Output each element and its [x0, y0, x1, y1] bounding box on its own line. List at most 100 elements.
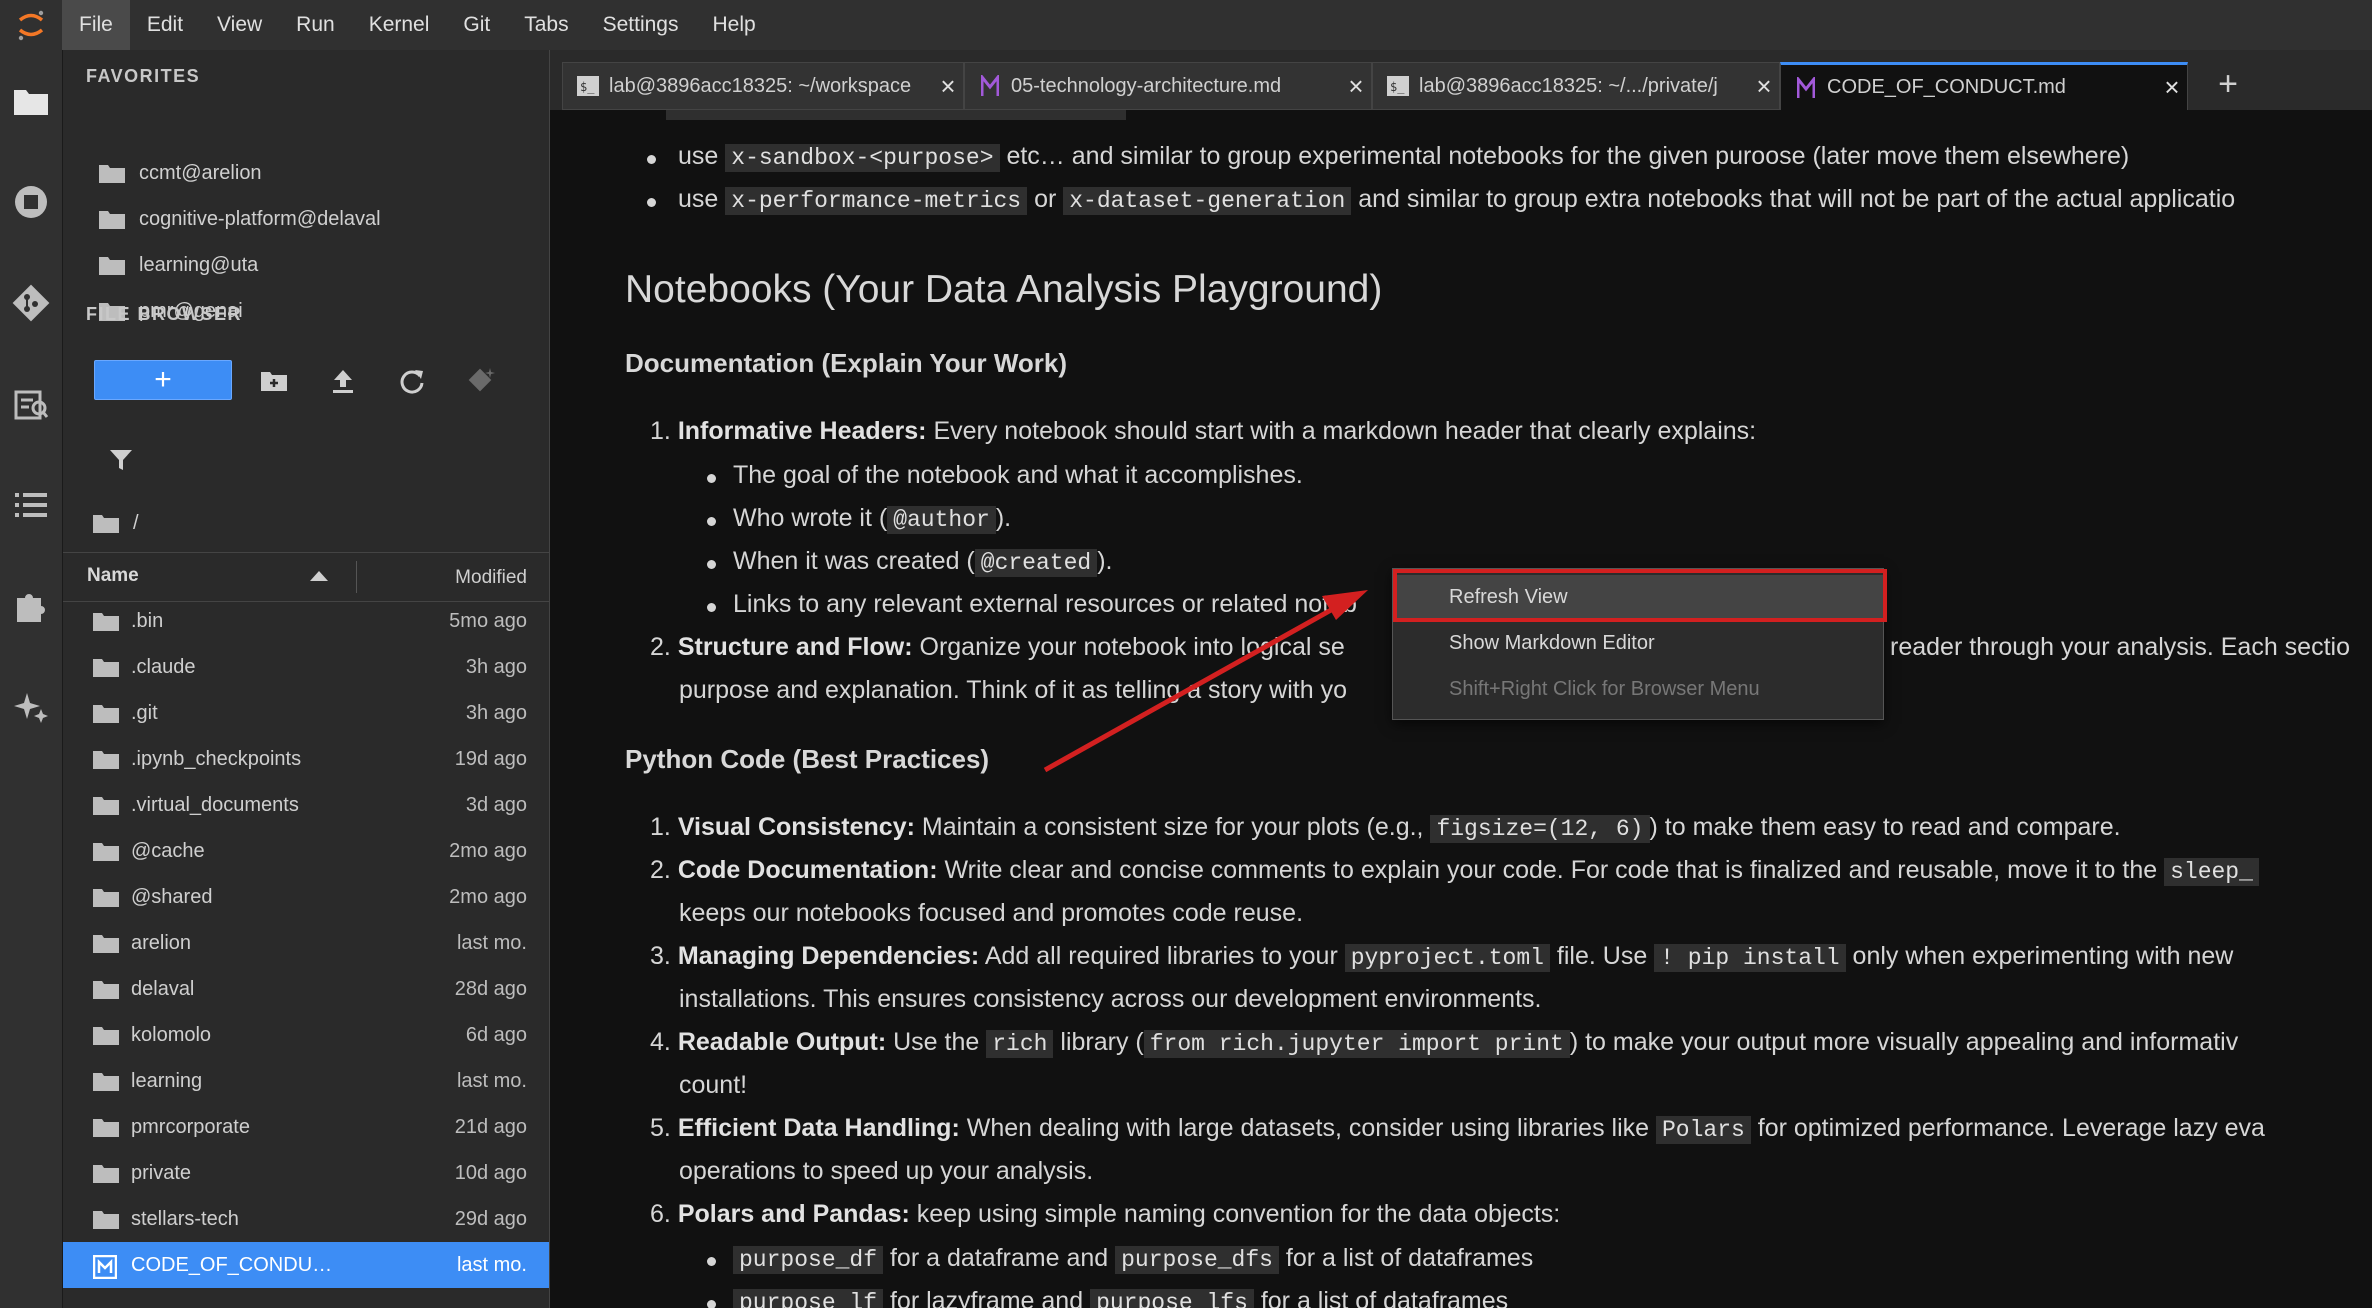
- menu-bar: File Edit View Run Kernel Git Tabs Setti…: [0, 0, 2372, 50]
- tab-terminal-private[interactable]: $_ lab@3896acc18325: ~/.../private/j ×: [1372, 62, 1780, 110]
- file-row[interactable]: learning last mo.: [63, 1058, 549, 1104]
- upload-icon[interactable]: [325, 364, 361, 398]
- annotation-highlight-box: [1393, 569, 1887, 622]
- breadcrumb-root[interactable]: /: [133, 512, 139, 535]
- folder-icon: [93, 513, 119, 533]
- list-item: The goal of the notebook and what it acc…: [733, 461, 1303, 489]
- file-name: .git: [131, 701, 158, 724]
- toc-list-icon[interactable]: [0, 474, 62, 536]
- menu-run[interactable]: Run: [279, 0, 352, 50]
- file-modified: 3h ago: [465, 701, 527, 724]
- continuation-line: operations to speed up your analysis.: [679, 1157, 1094, 1185]
- numbered-item: 3. Managing Dependencies: Add all requir…: [650, 942, 2234, 972]
- folder-icon: [93, 1209, 119, 1229]
- file-row[interactable]: @cache 2mo ago: [63, 828, 549, 874]
- file-row[interactable]: stellars-tech 29d ago: [63, 1196, 549, 1242]
- file-row[interactable]: .bin 5mo ago: [63, 598, 549, 644]
- close-icon[interactable]: ×: [933, 71, 963, 102]
- favorite-label: ccmt@arelion: [139, 161, 262, 184]
- numbered-item: 1. Informative Headers: Every notebook s…: [650, 417, 1757, 445]
- folder-icon: [99, 209, 125, 229]
- file-row[interactable]: CODE_OF_CONDU… last mo.: [63, 1242, 549, 1288]
- column-divider[interactable]: [356, 561, 357, 593]
- ai-sparkle-icon[interactable]: [0, 676, 62, 738]
- file-row[interactable]: delaval 28d ago: [63, 966, 549, 1012]
- menu-item-show-markdown-editor[interactable]: Show Markdown Editor: [1393, 621, 1883, 665]
- file-row[interactable]: .claude 3h ago: [63, 644, 549, 690]
- file-row[interactable]: pmrcorporate 21d ago: [63, 1104, 549, 1150]
- menu-kernel[interactable]: Kernel: [352, 0, 447, 50]
- stop-circle-icon[interactable]: [0, 171, 62, 233]
- git-icon[interactable]: [0, 272, 62, 334]
- bullet: [707, 474, 716, 483]
- column-modified[interactable]: Modified: [455, 567, 527, 589]
- favorite-item[interactable]: ccmt@arelion: [63, 150, 549, 196]
- markdown-icon: [1795, 76, 1817, 99]
- file-row[interactable]: .ipynb_checkpoints 19d ago: [63, 736, 549, 782]
- folder-icon: [93, 933, 119, 953]
- new-launcher-button[interactable]: +: [94, 360, 232, 400]
- sort-ascending-icon[interactable]: [310, 571, 328, 581]
- svg-text:$_: $_: [580, 80, 595, 94]
- git-clone-icon[interactable]: [463, 364, 499, 398]
- jupyter-logo-icon[interactable]: [0, 0, 62, 50]
- folder-icon: [93, 887, 119, 907]
- add-tab-button[interactable]: +: [2208, 64, 2248, 104]
- file-row[interactable]: @shared 2mo ago: [63, 874, 549, 920]
- file-row[interactable]: kolomolo 6d ago: [63, 1012, 549, 1058]
- file-modified: last mo.: [456, 931, 527, 954]
- markdown-icon: [979, 75, 1001, 97]
- extension-icon[interactable]: [0, 575, 62, 637]
- favorite-item[interactable]: learning@uta: [63, 242, 549, 288]
- numbered-item: 2. Code Documentation: Write clear and c…: [650, 856, 2259, 886]
- file-name: kolomolo: [131, 1023, 212, 1046]
- tab-code-of-conduct[interactable]: CODE_OF_CONDUCT.md ×: [1780, 62, 2188, 110]
- list-item: use x-sandbox-<purpose> etc… and similar…: [678, 142, 2130, 172]
- list-item: use x-performance-metrics or x-dataset-g…: [678, 185, 2236, 215]
- column-name[interactable]: Name: [87, 565, 139, 587]
- folder-icon: [93, 703, 119, 723]
- menu-help[interactable]: Help: [696, 0, 773, 50]
- tab-label: lab@3896acc18325: ~/workspace: [609, 74, 912, 97]
- tab-terminal-workspace[interactable]: $_ lab@3896acc18325: ~/workspace ×: [562, 62, 964, 110]
- file-name: delaval: [131, 977, 195, 1000]
- file-browser-panel: FAVORITES ccmt@arelion cognitive-platfor…: [63, 50, 550, 1308]
- menu-git[interactable]: Git: [446, 0, 507, 50]
- tab-bar: $_ lab@3896acc18325: ~/workspace × 05-te…: [550, 50, 2372, 110]
- tab-label: CODE_OF_CONDUCT.md: [1827, 76, 2066, 98]
- file-modified: 6d ago: [465, 1023, 527, 1046]
- folder-icon: [93, 1117, 119, 1137]
- menu-file[interactable]: File: [62, 0, 130, 50]
- numbered-item: 2. Structure and Flow: Organize your not…: [650, 633, 1345, 661]
- terminal-icon: $_: [1387, 75, 1409, 97]
- file-modified: 3h ago: [465, 655, 527, 678]
- breadcrumb[interactable]: /: [93, 505, 139, 541]
- file-name: learning: [131, 1069, 203, 1092]
- property-inspector-icon[interactable]: [0, 373, 62, 435]
- tab-technology-architecture[interactable]: 05-technology-architecture.md ×: [964, 62, 1372, 110]
- file-row[interactable]: .git 3h ago: [63, 690, 549, 736]
- file-name: private: [131, 1161, 192, 1184]
- filter-icon[interactable]: [103, 442, 139, 478]
- folder-icon: [93, 657, 119, 677]
- menu-edit[interactable]: Edit: [130, 0, 200, 50]
- menu-view[interactable]: View: [200, 0, 279, 50]
- menu-settings[interactable]: Settings: [586, 0, 696, 50]
- favorite-label: cognitive-platform@delaval: [139, 207, 381, 230]
- file-name: CODE_OF_CONDU…: [131, 1253, 333, 1276]
- close-icon[interactable]: ×: [1749, 71, 1779, 102]
- file-name: stellars-tech: [131, 1207, 239, 1230]
- favorite-item[interactable]: cognitive-platform@delaval: [63, 196, 549, 242]
- numbered-item-tail: reader through your analysis. Each secti…: [1890, 633, 2350, 661]
- close-icon[interactable]: ×: [1341, 71, 1371, 102]
- new-folder-icon[interactable]: [256, 364, 292, 398]
- refresh-icon[interactable]: [394, 364, 430, 398]
- file-modified: last mo.: [456, 1069, 527, 1092]
- menu-tabs[interactable]: Tabs: [507, 0, 585, 50]
- close-icon[interactable]: ×: [2157, 72, 2187, 103]
- file-row[interactable]: arelion last mo.: [63, 920, 549, 966]
- folder-icon[interactable]: [0, 70, 62, 132]
- file-modified: 29d ago: [454, 1207, 527, 1230]
- file-row[interactable]: .virtual_documents 3d ago: [63, 782, 549, 828]
- file-row[interactable]: private 10d ago: [63, 1150, 549, 1196]
